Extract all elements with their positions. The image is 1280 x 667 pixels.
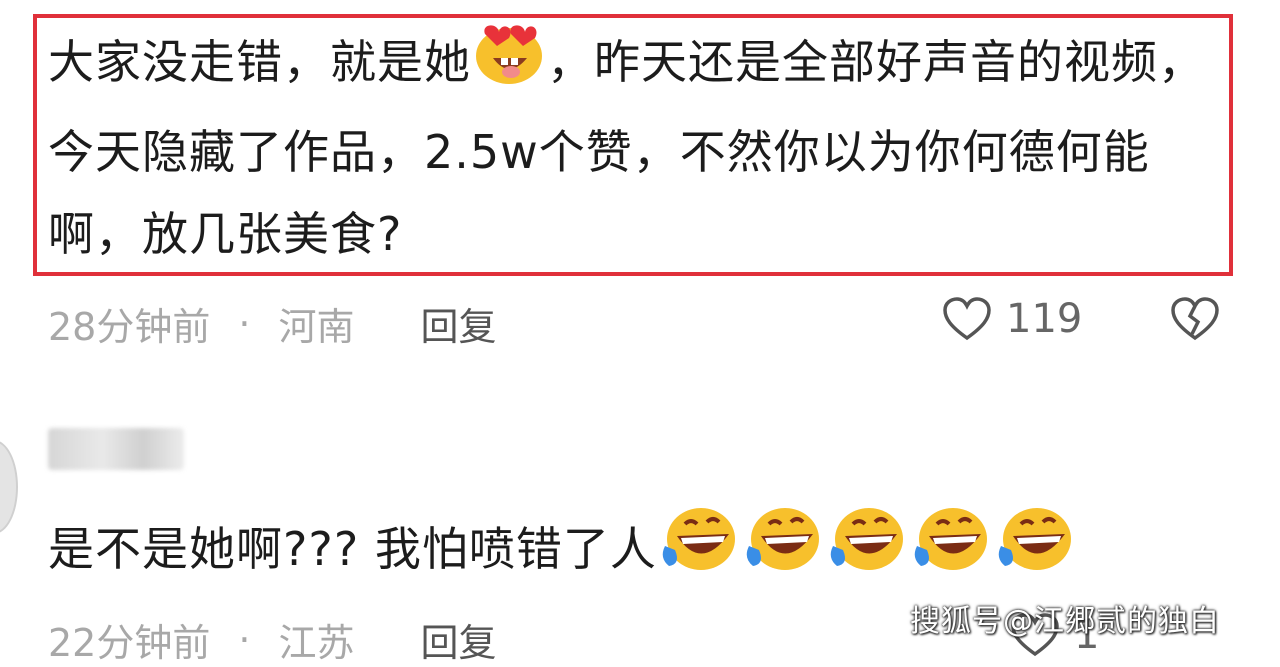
comment-1-like-count: 119 bbox=[1006, 296, 1083, 342]
comment-1-reply-button[interactable]: 回复 bbox=[420, 296, 496, 351]
comment-1-text-part1: 大家没走错，就是她 bbox=[48, 35, 471, 89]
watermark: 搜狐号@江郷贰的独白 bbox=[910, 604, 1220, 639]
comment-2-meta: 22分钟前 · 江苏 回复 bbox=[48, 612, 496, 667]
broken-heart-icon bbox=[1171, 297, 1219, 341]
meta-separator: · bbox=[238, 617, 251, 662]
comment-1-dislike-button[interactable] bbox=[1170, 296, 1220, 346]
laughing-crying-emoji-icon bbox=[659, 506, 739, 591]
comment-2-text: 是不是她啊??? 我怕喷错了人 bbox=[48, 506, 1079, 591]
laughing-crying-emoji-icon bbox=[827, 506, 907, 591]
avatar[interactable] bbox=[0, 440, 18, 534]
comment-1-meta: 28分钟前 · 河南 回复 bbox=[48, 296, 496, 351]
laughing-crying-emoji-icon bbox=[995, 506, 1075, 591]
heart-outline-icon bbox=[943, 297, 991, 341]
username-blurred[interactable] bbox=[48, 428, 184, 470]
comment-2-text-content: 是不是她啊??? 我怕喷错了人 bbox=[48, 521, 657, 576]
comment-1-text: 大家没走错，就是她 ，昨天还是全部好声音的视频，今天隐藏了作品，2.5w个赞，不… bbox=[48, 20, 1228, 275]
laughing-crying-emoji-icon bbox=[911, 506, 991, 591]
laugh-emoji-row bbox=[659, 506, 1079, 591]
laughing-crying-emoji-icon bbox=[743, 506, 823, 591]
meta-separator: · bbox=[238, 301, 251, 346]
comment-2-location: 江苏 bbox=[278, 621, 355, 665]
comment-1-like-button[interactable]: 119 bbox=[942, 296, 1082, 342]
heart-eyes-emoji-icon bbox=[471, 20, 547, 111]
comment-2-reply-button[interactable]: 回复 bbox=[420, 612, 496, 667]
comment-1-time: 28分钟前 bbox=[48, 305, 211, 349]
comment-1-location: 河南 bbox=[278, 305, 355, 349]
comment-2-time: 22分钟前 bbox=[48, 621, 211, 665]
